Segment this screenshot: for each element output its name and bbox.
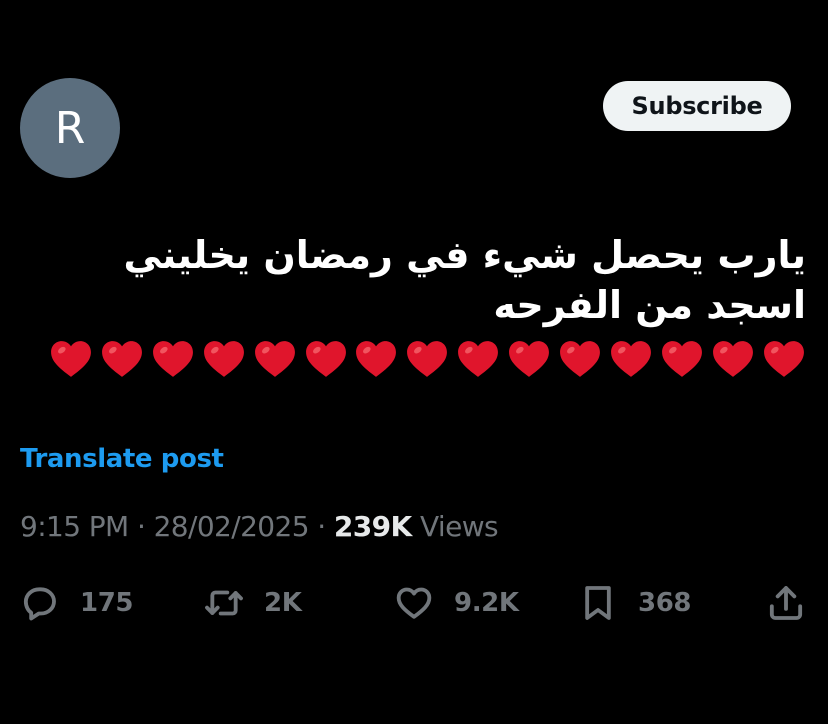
heart-emoji [152, 341, 193, 377]
heart-emoji [712, 341, 753, 377]
translate-post-link[interactable]: Translate post [20, 444, 224, 474]
heart-emoji-row [48, 336, 808, 386]
share-icon [769, 586, 803, 620]
reply-button[interactable]: 175 [20, 580, 133, 626]
meta-separator: · [136, 510, 146, 543]
heart-outline-icon [396, 587, 432, 619]
like-button[interactable]: 9.2K [394, 580, 519, 626]
repost-count: 2K [264, 588, 302, 618]
heart-emoji [101, 341, 142, 377]
action-bar: 175 2K 9.2K 368 [0, 580, 828, 626]
heart-emoji [458, 341, 499, 377]
post-date[interactable]: 28/02/2025 [154, 510, 310, 543]
heart-emoji [661, 341, 702, 377]
repost-button[interactable]: 2K [204, 580, 302, 626]
reply-icon [23, 587, 56, 621]
avatar-initial: R [54, 102, 86, 154]
post-time[interactable]: 9:15 PM [20, 510, 129, 543]
avatar[interactable]: R [20, 78, 120, 178]
bookmark-button[interactable]: 368 [578, 580, 691, 626]
heart-emoji [610, 341, 651, 377]
heart-emoji [560, 341, 600, 377]
bookmark-count: 368 [638, 588, 692, 618]
post-meta: 9:15 PM · 28/02/2025 · 239K Views [20, 510, 499, 543]
repost-icon [205, 590, 243, 616]
heart-emoji [763, 341, 804, 377]
heart-emoji [51, 341, 91, 377]
heart-emoji [203, 341, 244, 377]
bookmark-icon [585, 586, 611, 620]
reply-count: 175 [80, 588, 134, 618]
heart-emoji [509, 341, 550, 377]
views-label: Views [419, 510, 499, 543]
heart-emoji [254, 341, 295, 377]
share-button[interactable] [766, 580, 806, 626]
post-text: يارب يحصل شيء في رمضان يخليني اسجد من ال… [123, 233, 806, 327]
meta-separator: · [317, 510, 326, 543]
views-count: 239K [333, 510, 412, 543]
like-count: 9.2K [454, 588, 519, 618]
heart-emoji [305, 341, 346, 377]
heart-emoji [356, 341, 397, 377]
heart-emoji [407, 341, 448, 377]
subscribe-button[interactable]: Subscribe [603, 81, 791, 131]
